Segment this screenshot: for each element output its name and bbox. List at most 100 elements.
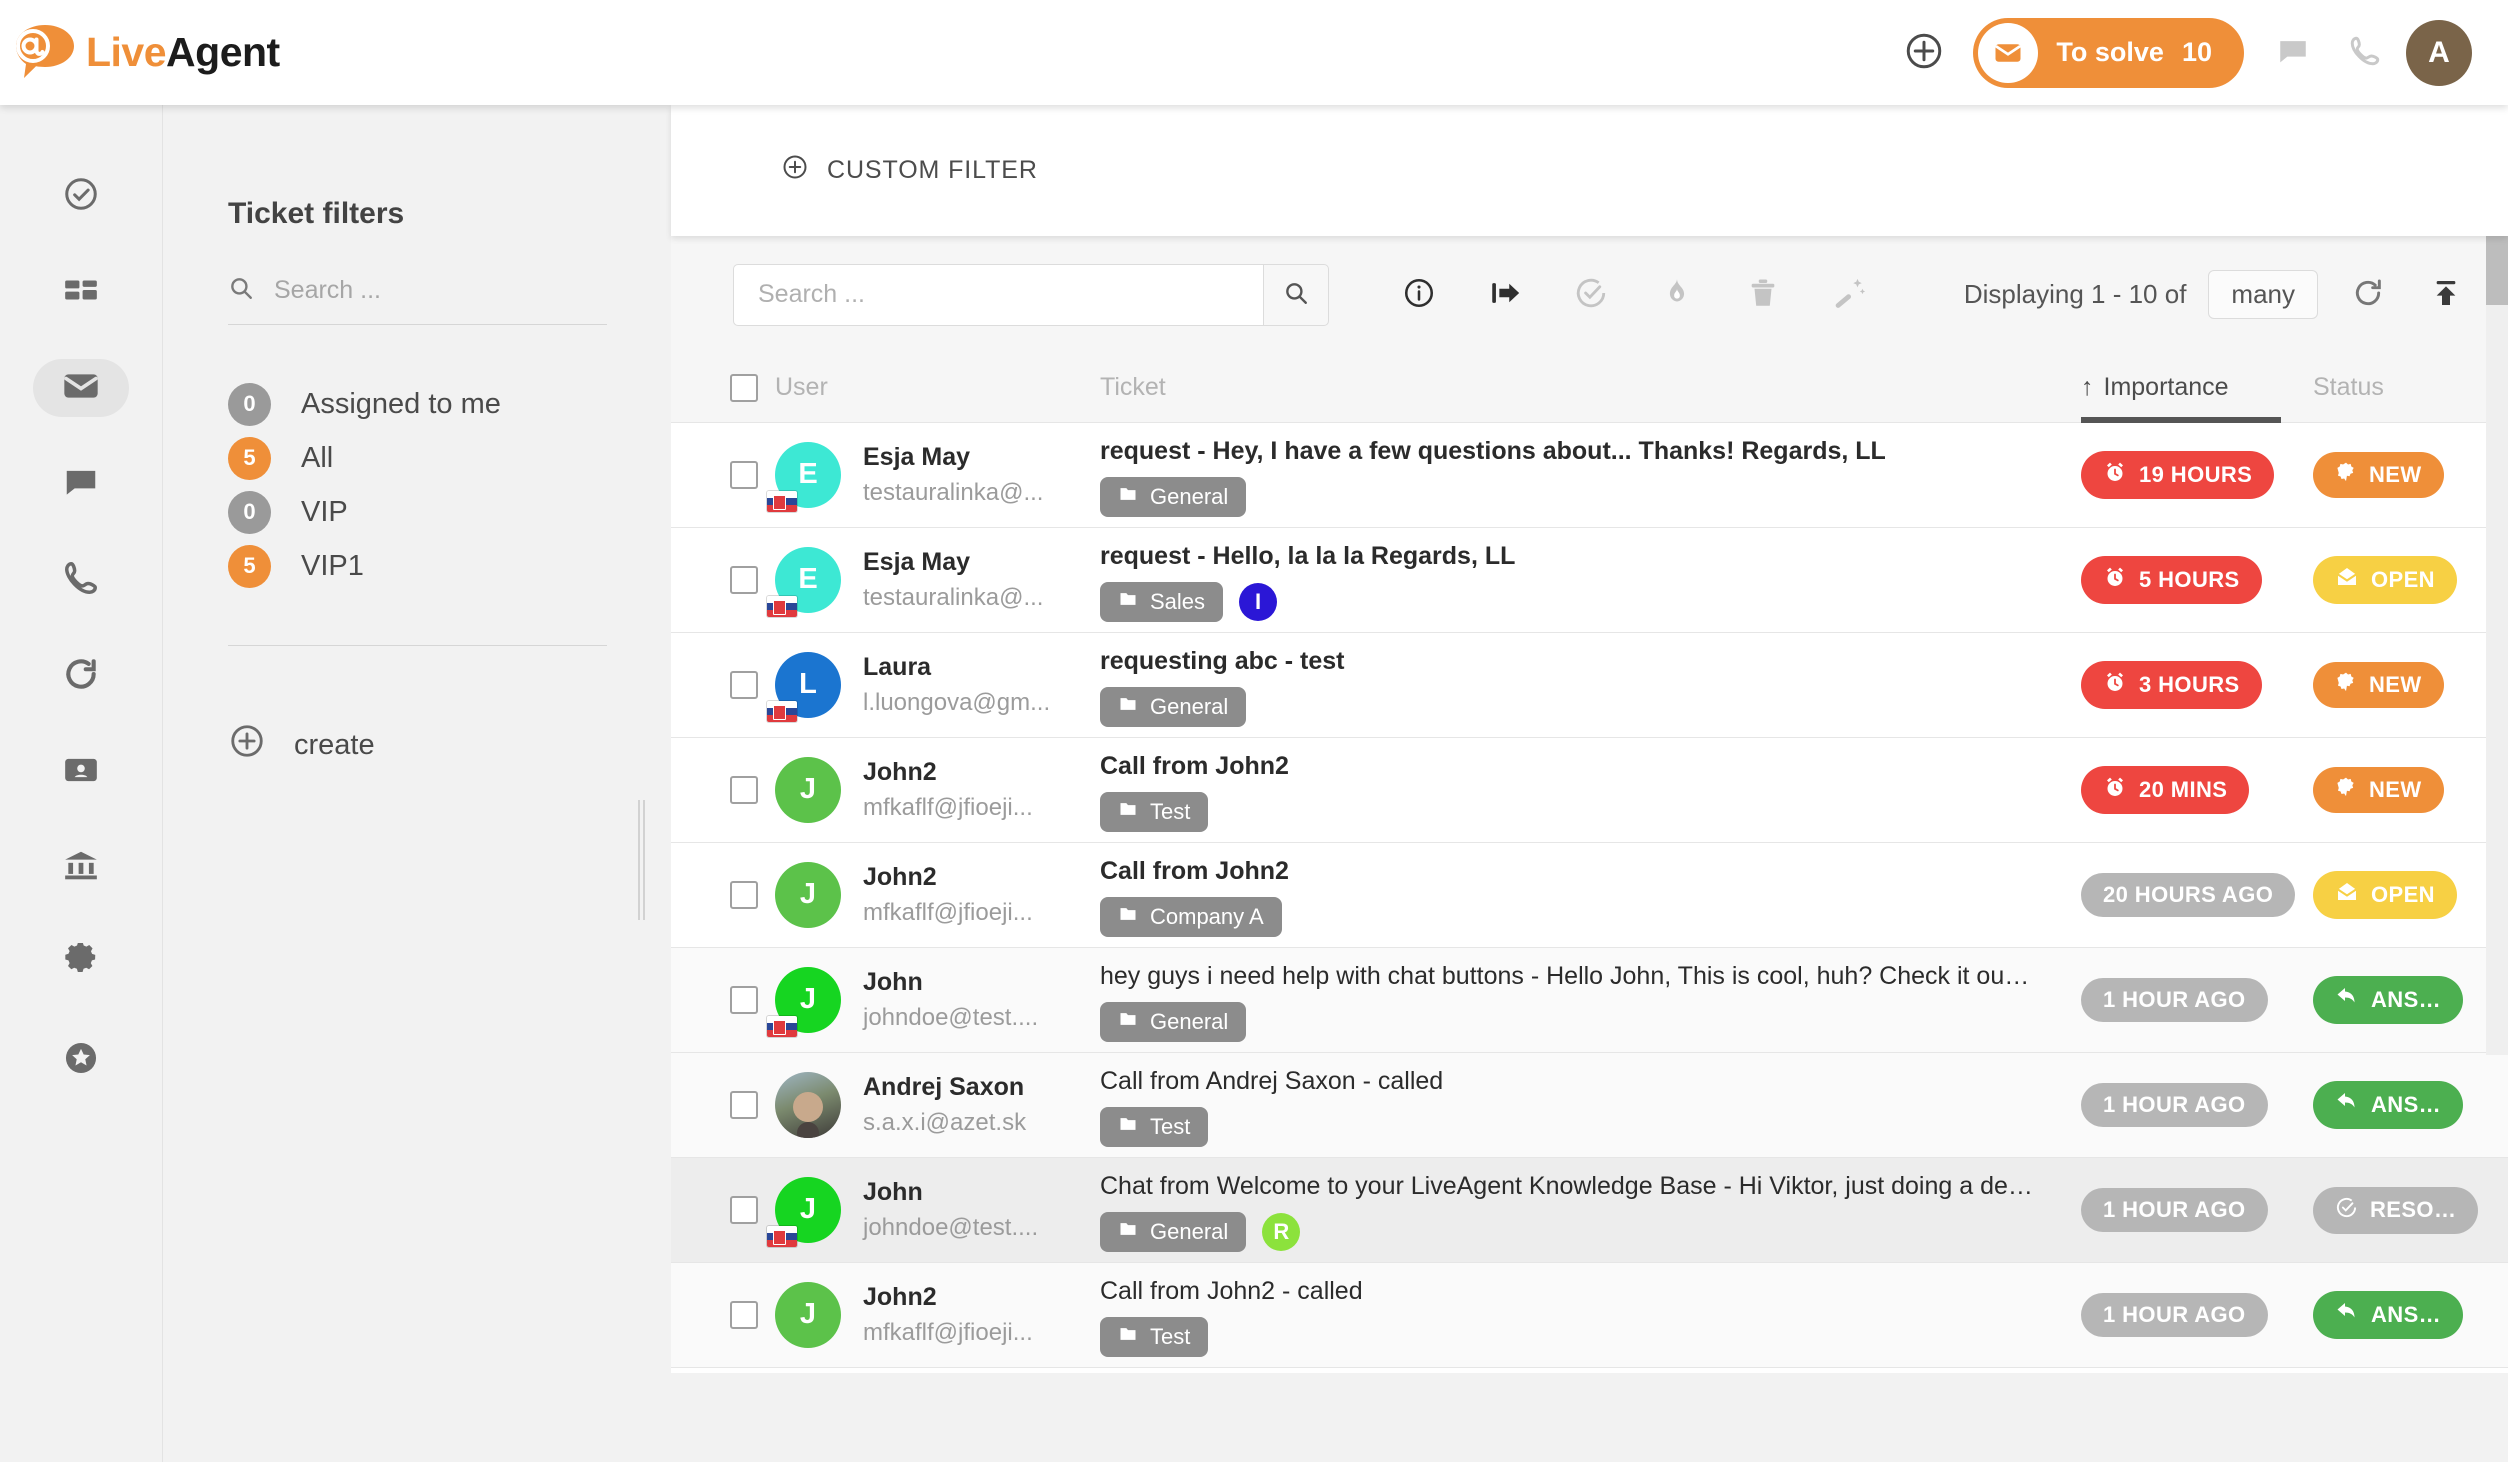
ticket-flag-badge[interactable]: R — [1262, 1213, 1300, 1251]
department-tag[interactable]: General — [1100, 477, 1246, 517]
department-tag[interactable]: General — [1100, 687, 1246, 727]
column-header-user[interactable]: User — [775, 373, 1100, 402]
row-select-cell — [713, 986, 775, 1014]
sidebar-item-settings[interactable] — [33, 935, 129, 993]
department-tag[interactable]: Company A — [1100, 897, 1282, 937]
avatar[interactable]: E — [775, 442, 841, 508]
sidebar-item-tickets[interactable] — [33, 359, 129, 417]
table-row[interactable]: LLaural.luongova@gm...requesting abc - t… — [671, 633, 2508, 738]
column-header-ticket[interactable]: Ticket — [1100, 373, 2081, 402]
grid-icon — [62, 271, 100, 314]
ticket-subject[interactable]: requesting abc - test — [1100, 643, 2081, 681]
avatar[interactable]: L — [775, 652, 841, 718]
urgent-button[interactable] — [1649, 267, 1705, 323]
header-call-button[interactable] — [2334, 22, 2396, 84]
filter-item-vip[interactable]: 0 VIP — [228, 485, 607, 539]
custom-filter-button[interactable]: CUSTOM FILTER — [781, 153, 1038, 188]
sidebar-item-dashboard[interactable] — [33, 263, 129, 321]
table-row[interactable]: JJohn2mfkaflf@jfioeji...Call from John2T… — [671, 738, 2508, 843]
sidebar-item-chats[interactable] — [33, 455, 129, 513]
table-row[interactable]: Andrej Saxons.a.x.i@azet.skCall from And… — [671, 1053, 2508, 1158]
resolve-button[interactable] — [1563, 267, 1619, 323]
refresh-button[interactable] — [2340, 267, 2396, 323]
table-scrollbar[interactable] — [2486, 105, 2508, 1055]
ticket-flag-badge[interactable]: I — [1239, 583, 1277, 621]
envelope-open-icon — [2335, 565, 2359, 595]
column-header-importance[interactable]: ↑ Importance — [2081, 373, 2313, 402]
avatar-photo — [775, 1072, 841, 1138]
sidebar-item-calls[interactable] — [33, 551, 129, 609]
table-row[interactable]: JJohnjohndoe@test....hey guys i need hel… — [671, 948, 2508, 1053]
delete-button[interactable] — [1735, 267, 1791, 323]
avatar[interactable]: E — [775, 547, 841, 613]
ticket-subject[interactable]: request - Hello, la la la Regards, LL — [1100, 538, 2081, 576]
sidebar-item-star[interactable] — [33, 1031, 129, 1089]
brand-live: Live — [86, 29, 166, 75]
table-row[interactable]: JJohn2mfkaflf@jfioeji...Call from John2 … — [671, 1263, 2508, 1368]
table-header: User Ticket ↑ Importance Status — [671, 353, 2508, 423]
ticket-search-input[interactable] — [733, 264, 1263, 326]
select-all-checkbox[interactable] — [730, 374, 758, 402]
row-checkbox[interactable] — [730, 1301, 758, 1329]
department-tag[interactable]: General — [1100, 1212, 1246, 1252]
sidebar-item-overview[interactable] — [33, 167, 129, 225]
table-row[interactable]: EEsja Maytestauralinka@...request - Hey,… — [671, 423, 2508, 528]
user-name: Esja May — [863, 548, 970, 576]
row-checkbox[interactable] — [730, 986, 758, 1014]
filter-count-badge: 0 — [228, 383, 271, 426]
row-select-cell — [713, 1196, 775, 1224]
row-checkbox[interactable] — [730, 1091, 758, 1119]
row-checkbox[interactable] — [730, 776, 758, 804]
row-status-cell: ANS… — [2313, 976, 2508, 1024]
filter-item-assigned-to-me[interactable]: 0 Assigned to me — [228, 377, 607, 431]
row-checkbox[interactable] — [730, 881, 758, 909]
scroll-top-button[interactable] — [2418, 267, 2474, 323]
ticket-subject[interactable]: hey guys i need help with chat buttons -… — [1100, 958, 2081, 996]
sidebar-item-sync[interactable] — [33, 647, 129, 705]
magic-button[interactable] — [1821, 267, 1877, 323]
avatar[interactable]: J — [775, 967, 841, 1033]
ticket-subject[interactable]: Call from John2 — [1100, 748, 2081, 786]
reply-arrow-icon — [2335, 985, 2359, 1015]
filter-item-all[interactable]: 5 All — [228, 431, 607, 485]
ticket-subject[interactable]: request - Hey, I have a few questions ab… — [1100, 433, 2081, 471]
ticket-subject[interactable]: Chat from Welcome to your LiveAgent Know… — [1100, 1168, 2081, 1206]
to-solve-button[interactable]: To solve 10 — [1973, 18, 2244, 88]
sidebar-item-contacts[interactable] — [33, 743, 129, 801]
table-row[interactable]: EEsja Maytestauralinka@...request - Hell… — [671, 528, 2508, 633]
department-tag[interactable]: Test — [1100, 1107, 1208, 1147]
avatar[interactable]: J — [775, 1282, 841, 1348]
info-button[interactable] — [1391, 267, 1447, 323]
department-tag[interactable]: General — [1100, 1002, 1246, 1042]
ticket-subject[interactable]: Call from Andrej Saxon - called — [1100, 1063, 2081, 1101]
row-checkbox[interactable] — [730, 1196, 758, 1224]
flame-icon — [1660, 276, 1694, 313]
row-checkbox[interactable] — [730, 566, 758, 594]
department-tag[interactable]: Test — [1100, 1317, 1208, 1357]
row-checkbox[interactable] — [730, 461, 758, 489]
department-tag[interactable]: Test — [1100, 792, 1208, 832]
row-status-cell: NEW — [2313, 662, 2508, 708]
department-tag[interactable]: Sales — [1100, 582, 1223, 622]
create-filter-button[interactable]: create — [228, 722, 607, 768]
ticket-subject[interactable]: Call from John2 — [1100, 853, 2081, 891]
transfer-button[interactable] — [1477, 267, 1533, 323]
sidebar-item-departments[interactable] — [33, 839, 129, 897]
filter-item-vip1[interactable]: 5 VIP1 — [228, 539, 607, 593]
avatar[interactable]: J — [775, 1177, 841, 1243]
avatar[interactable]: J — [775, 757, 841, 823]
filter-search-input[interactable] — [274, 276, 607, 305]
user-avatar[interactable]: A — [2406, 20, 2472, 86]
row-checkbox[interactable] — [730, 671, 758, 699]
ticket-search-button[interactable] — [1263, 264, 1329, 326]
avatar[interactable] — [775, 1072, 841, 1138]
panel-resize-handle[interactable] — [638, 800, 646, 920]
displaying-total[interactable]: many — [2208, 270, 2318, 319]
new-ticket-button[interactable] — [1893, 22, 1955, 84]
ticket-subject[interactable]: Call from John2 - called — [1100, 1273, 2081, 1311]
table-row[interactable]: JJohn2mfkaflf@jfioeji...Call from John2C… — [671, 843, 2508, 948]
table-row[interactable]: JJohnjohndoe@test....Chat from Welcome t… — [671, 1158, 2508, 1263]
header-chat-button[interactable] — [2262, 22, 2324, 84]
avatar[interactable]: J — [775, 862, 841, 928]
column-header-status[interactable]: Status — [2313, 373, 2508, 402]
